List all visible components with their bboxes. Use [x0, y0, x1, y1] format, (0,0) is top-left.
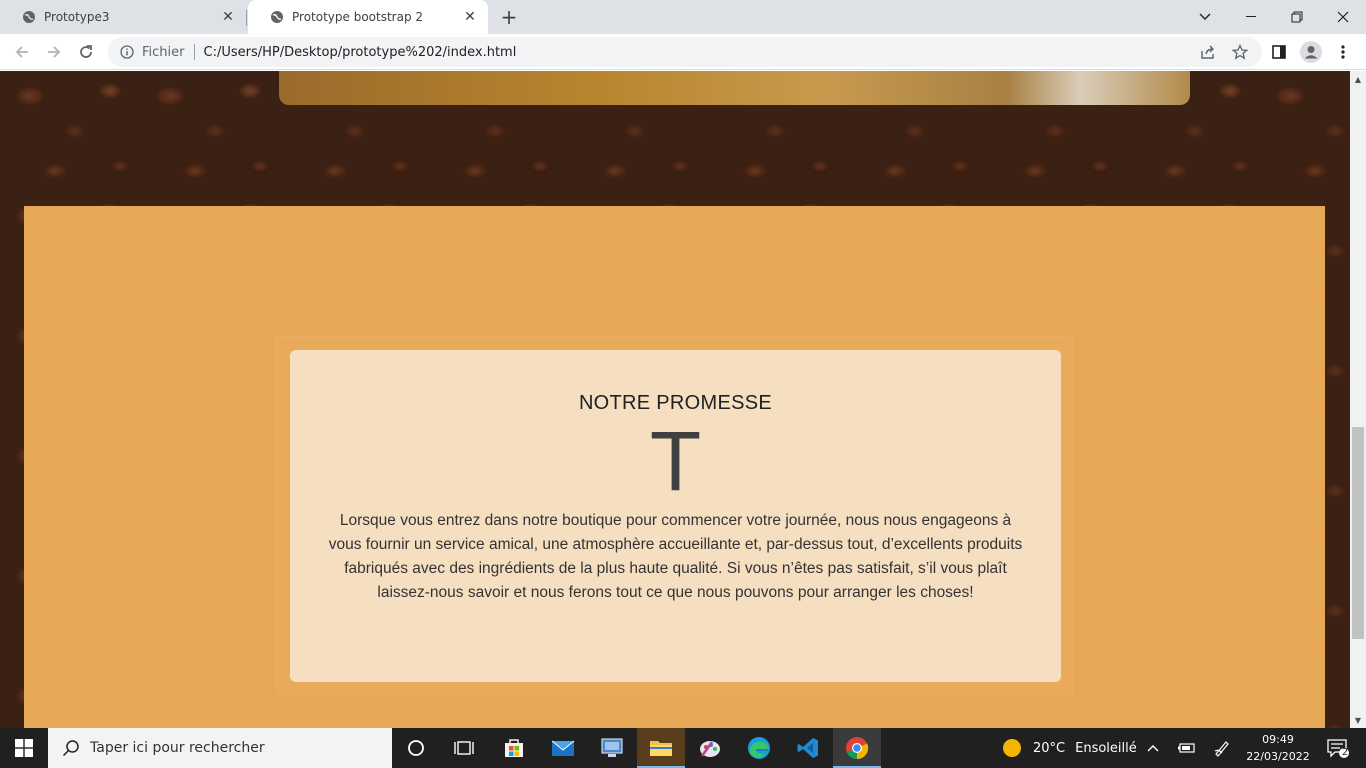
close-tab-icon[interactable]: ✕ — [462, 9, 478, 25]
back-button[interactable] — [8, 38, 36, 66]
edge-icon — [748, 737, 770, 759]
search-icon — [62, 740, 79, 757]
store-icon — [505, 739, 523, 757]
restore-button[interactable] — [1274, 0, 1320, 34]
reload-icon — [80, 45, 92, 58]
tab-title: Prototype bootstrap 2 — [292, 10, 424, 24]
tab-separator — [246, 10, 247, 26]
mail-icon — [551, 740, 575, 756]
share-button[interactable] — [1194, 37, 1222, 67]
show-hidden-icons-button[interactable] — [1146, 728, 1160, 768]
mail-button[interactable] — [539, 728, 587, 768]
browser-toolbar: Fichier C:/Users/HP/Desktop/prototype%20… — [0, 34, 1366, 70]
task-view-button[interactable] — [440, 728, 488, 768]
paint-palette-icon — [700, 741, 720, 757]
taskbar-clock[interactable]: 09:49 22/03/2022 — [1240, 731, 1316, 765]
promise-text: Lorsque vous entrez dans notre boutique … — [328, 512, 1023, 601]
windows-logo-icon — [15, 739, 33, 757]
monitor-icon — [601, 738, 623, 757]
close-icon — [1337, 11, 1349, 23]
chrome-icon — [846, 737, 869, 760]
reload-button[interactable] — [72, 38, 100, 66]
clock-time: 09:49 — [1262, 733, 1294, 746]
notification-count: 2 — [1341, 747, 1349, 758]
cortana-button[interactable] — [392, 728, 440, 768]
close-window-button[interactable] — [1320, 0, 1366, 34]
promise-title: NOTRE PROMESSE — [578, 392, 773, 414]
bookmark-button[interactable] — [1226, 37, 1254, 67]
globe-icon — [271, 11, 283, 23]
arrow-left-icon — [15, 46, 28, 58]
hero-image-card — [279, 71, 1190, 105]
store-button[interactable] — [490, 728, 538, 768]
profile-button[interactable] — [1297, 38, 1325, 66]
file-explorer-button[interactable] — [637, 728, 685, 768]
paint-button[interactable] — [686, 728, 734, 768]
vscode-icon — [797, 738, 818, 758]
sun-icon — [1003, 739, 1021, 757]
url-text[interactable]: C:/Users/HP/Desktop/prototype%202/index.… — [204, 45, 517, 60]
page-viewport: NOTRE PROMESSE T Lorsque vous entrez dan… — [0, 71, 1350, 728]
more-vertical-icon — [1341, 45, 1345, 59]
promise-section: NOTRE PROMESSE T Lorsque vous entrez dan… — [24, 206, 1325, 728]
windows-taskbar: Taper ici pour rechercher 20°C Ensoleill… — [0, 728, 1366, 768]
info-icon[interactable] — [120, 45, 134, 59]
new-tab-button[interactable]: + — [498, 5, 520, 29]
close-tab-icon[interactable]: ✕ — [220, 9, 236, 25]
pen-workspace-button[interactable] — [1213, 728, 1231, 768]
search-placeholder: Taper ici pour rechercher — [90, 740, 265, 756]
tab-prototype3[interactable]: Prototype3 ✕ — [0, 0, 246, 34]
promise-card: NOTRE PROMESSE T Lorsque vous entrez dan… — [290, 350, 1061, 682]
weather-widget[interactable]: 20°C Ensoleillé — [1002, 728, 1137, 768]
arrow-right-icon — [48, 46, 61, 58]
avatar-icon — [1300, 41, 1322, 63]
weather-temp: 20°C — [1033, 740, 1066, 756]
pen-icon — [1214, 741, 1229, 757]
tab-prototype-bootstrap-2[interactable]: Prototype bootstrap 2 ✕ — [248, 0, 488, 34]
address-bar[interactable]: Fichier C:/Users/HP/Desktop/prototype%20… — [108, 37, 1262, 67]
globe-icon — [23, 11, 35, 23]
divider — [193, 44, 195, 60]
taskbar-search[interactable]: Taper ici pour rechercher — [48, 728, 392, 768]
clock-date: 22/03/2022 — [1246, 750, 1310, 763]
share-icon — [1201, 45, 1214, 59]
start-button[interactable] — [0, 728, 48, 768]
scroll-down-arrow[interactable]: ▼ — [1350, 712, 1366, 728]
notification-center-button[interactable]: 2 — [1318, 728, 1358, 768]
chrome-button[interactable] — [833, 728, 881, 768]
vscode-button[interactable] — [784, 728, 832, 768]
page-scrollbar[interactable]: ▲ ▼ — [1350, 71, 1366, 728]
star-icon — [1232, 44, 1248, 60]
promise-letter: T — [649, 414, 702, 508]
tab-strip: Prototype3 ✕ Prototype bootstrap 2 ✕ + — [0, 0, 1366, 34]
scroll-thumb[interactable] — [1352, 427, 1364, 639]
scheme-label: Fichier — [142, 44, 185, 60]
battery-icon — [1178, 743, 1195, 753]
menu-button[interactable] — [1329, 38, 1357, 66]
minimize-icon — [1246, 16, 1256, 17]
promise-frame: NOTRE PROMESSE T Lorsque vous entrez dan… — [275, 336, 1074, 695]
cortana-icon — [408, 740, 424, 756]
task-view-icon — [454, 741, 474, 755]
chevron-up-icon — [1147, 745, 1159, 752]
tab-search-button[interactable] — [1182, 0, 1228, 34]
minimize-button[interactable] — [1228, 0, 1274, 34]
tab-title: Prototype3 — [44, 10, 110, 24]
edge-button[interactable] — [735, 728, 783, 768]
scroll-up-arrow[interactable]: ▲ — [1350, 71, 1366, 87]
battery-button[interactable] — [1178, 728, 1196, 768]
folder-icon — [650, 741, 672, 756]
weather-condition: Ensoleillé — [1075, 740, 1137, 756]
restore-icon — [1291, 11, 1303, 23]
side-panel-icon — [1272, 45, 1286, 59]
remote-desktop-button[interactable] — [588, 728, 636, 768]
chevron-down-icon — [1199, 13, 1211, 20]
forward-button[interactable] — [40, 38, 68, 66]
side-panel-button[interactable] — [1265, 38, 1293, 66]
